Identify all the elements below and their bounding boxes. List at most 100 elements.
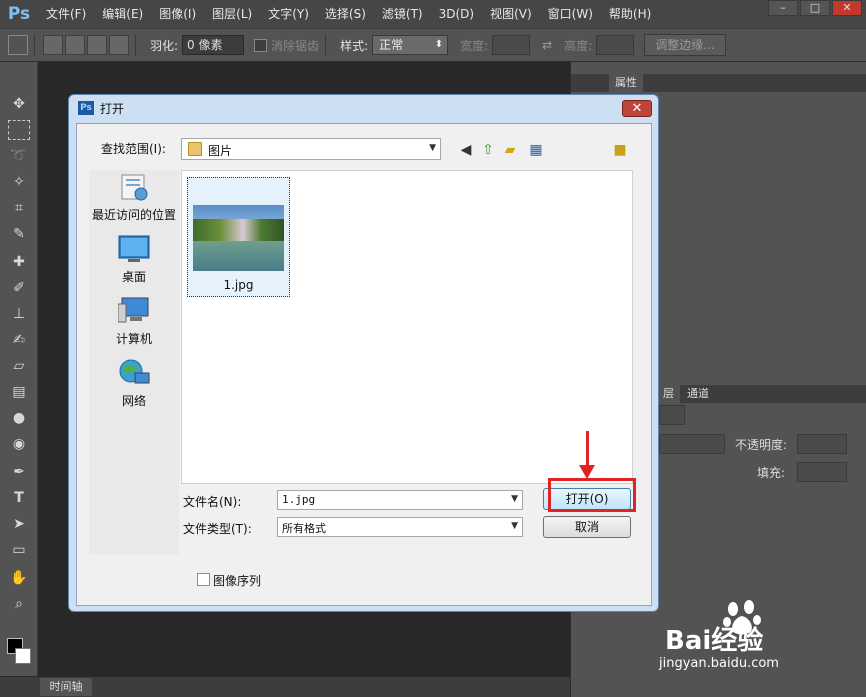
intersect-selection-button[interactable]: [109, 35, 129, 55]
crop-tool-icon[interactable]: ⌗: [8, 198, 30, 218]
opacity-label: 不透明度:: [735, 438, 788, 452]
tab-layers[interactable]: 层: [657, 385, 680, 403]
feather-input[interactable]: 0 像素: [182, 35, 245, 55]
blend-mode-select[interactable]: [659, 434, 725, 454]
file-name-field-label: 文件名(N):: [183, 495, 242, 509]
healing-brush-tool-icon[interactable]: ✚: [8, 252, 30, 272]
annotation-arrow-shaft: [586, 431, 589, 467]
height-input[interactable]: [596, 35, 635, 55]
pen-tool-icon[interactable]: ✒: [8, 462, 30, 482]
clone-stamp-tool-icon[interactable]: ⊥: [8, 304, 30, 324]
brush-tool-icon[interactable]: ✐: [8, 278, 30, 298]
separator: [135, 34, 136, 56]
opacity-input[interactable]: [797, 434, 847, 454]
lasso-tool-icon[interactable]: ➰: [8, 146, 30, 166]
place-network-label: 网络: [121, 394, 146, 408]
file-name-input[interactable]: 1.jpg ▼: [277, 490, 523, 510]
dodge-tool-icon[interactable]: ◉: [8, 434, 30, 454]
chevron-down-icon: ▼: [429, 143, 436, 153]
photoshop-logo: Ps: [7, 4, 31, 24]
style-select[interactable]: 正常: [372, 35, 449, 55]
open-file-dialog: Ps 打开 ✕ 查找范围(I): 图片 ▼ ◀ ⇧ ▰ ▦ ■ 最近访问的位置: [68, 94, 659, 612]
hand-tool-icon[interactable]: ✋: [8, 568, 30, 588]
place-computer-label: 计算机: [115, 332, 152, 346]
tab-channels[interactable]: 通道: [681, 385, 715, 403]
new-folder-icon[interactable]: ▰: [501, 141, 519, 159]
menu-window[interactable]: 窗口(W): [540, 0, 601, 28]
add-selection-button[interactable]: [65, 35, 85, 55]
image-sequence-label: 图像序列: [213, 574, 262, 588]
rectangle-tool-icon[interactable]: ▭: [8, 540, 30, 560]
type-tool-icon[interactable]: T: [8, 488, 30, 508]
history-brush-tool-icon[interactable]: ✍: [8, 330, 30, 350]
menu-help[interactable]: 帮助(H): [601, 0, 659, 28]
move-tool-icon[interactable]: ✥: [8, 94, 30, 114]
layer-filter-select[interactable]: [659, 405, 685, 425]
file-type-value: 所有格式: [282, 522, 326, 535]
close-app-button[interactable]: ✕: [832, 0, 862, 16]
marquee-preset-icon[interactable]: [8, 35, 28, 55]
tools-panel: ✥ ➰ ✧ ⌗ ✎ ✚ ✐ ⊥ ✍ ▱ ▤ ● ◉ ✒ T ➤ ▭ ✋ ⌕: [0, 62, 38, 682]
place-computer[interactable]: 计算机: [89, 296, 179, 347]
fill-label: 填充:: [757, 466, 786, 480]
blur-tool-icon[interactable]: ●: [8, 408, 30, 428]
cancel-button[interactable]: 取消: [543, 516, 631, 538]
eraser-tool-icon[interactable]: ▱: [8, 356, 30, 376]
path-selection-tool-icon[interactable]: ➤: [8, 514, 30, 534]
place-recent[interactable]: 最近访问的位置: [89, 172, 179, 223]
place-recent-label: 最近访问的位置: [91, 208, 176, 222]
file-item[interactable]: 1.jpg: [187, 177, 290, 297]
magic-wand-tool-icon[interactable]: ✧: [8, 172, 30, 192]
recent-places-icon: [118, 172, 150, 202]
menu-filter[interactable]: 滤镜(T): [374, 0, 431, 28]
width-label: 宽度:: [460, 38, 489, 53]
place-desktop-label: 桌面: [121, 270, 146, 284]
file-type-select[interactable]: 所有格式 ▼: [277, 517, 523, 537]
maximize-button[interactable]: □: [800, 0, 830, 16]
marquee-tool-icon[interactable]: [8, 120, 30, 140]
zoom-tool-icon[interactable]: ⌕: [8, 594, 30, 614]
gradient-tool-icon[interactable]: ▤: [8, 382, 30, 402]
subtract-selection-button[interactable]: [87, 35, 107, 55]
antialias-label: 消除锯齿: [271, 38, 320, 53]
chevron-down-icon: ▼: [511, 494, 518, 504]
file-list[interactable]: 1.jpg: [181, 170, 633, 484]
minimize-button[interactable]: –: [768, 0, 798, 16]
look-in-select[interactable]: 图片 ▼: [181, 138, 441, 160]
menu-select[interactable]: 选择(S): [317, 0, 374, 28]
back-icon[interactable]: ◀: [457, 141, 475, 159]
places-bar: 最近访问的位置 桌面 计算机 网络: [89, 170, 179, 554]
tab-properties[interactable]: 属性: [609, 74, 643, 92]
options-bar: 羽化: 0 像素 消除锯齿 样式: 正常 宽度: ⇄ 高度: 调整边缘...: [0, 28, 866, 62]
swap-icon[interactable]: ⇄: [542, 38, 552, 52]
dialog-close-button[interactable]: ✕: [622, 100, 652, 117]
window-controls: – □ ✕: [766, 0, 862, 16]
dialog-titlebar[interactable]: Ps 打开 ✕: [69, 95, 658, 121]
menu-type[interactable]: 文字(Y): [260, 0, 317, 28]
menu-file[interactable]: 文件(F): [38, 0, 94, 28]
up-folder-icon[interactable]: ⇧: [479, 141, 497, 159]
fill-input[interactable]: [797, 462, 847, 482]
menu-image[interactable]: 图像(I): [151, 0, 204, 28]
view-menu-icon[interactable]: ▦: [527, 141, 545, 159]
background-color-swatch[interactable]: [15, 648, 31, 664]
width-input[interactable]: [492, 35, 531, 55]
menu-3d[interactable]: 3D(D): [431, 0, 482, 28]
eyedropper-tool-icon[interactable]: ✎: [8, 224, 30, 244]
folder-preview-icon[interactable]: ■: [611, 141, 629, 159]
file-type-field-label: 文件类型(T):: [183, 522, 252, 536]
new-selection-button[interactable]: [43, 35, 63, 55]
annotation-arrow-icon: [579, 465, 595, 479]
tab-timeline[interactable]: 时间轴: [40, 678, 92, 696]
menu-edit[interactable]: 编辑(E): [94, 0, 151, 28]
place-desktop[interactable]: 桌面: [89, 234, 179, 285]
refine-edge-button[interactable]: 调整边缘...: [644, 34, 726, 56]
timeline-bar: 时间轴: [0, 676, 570, 697]
menu-layer[interactable]: 图层(L): [204, 0, 260, 28]
image-sequence-checkbox[interactable]: [197, 573, 210, 586]
menu-view[interactable]: 视图(V): [482, 0, 540, 28]
antialias-checkbox[interactable]: [254, 38, 268, 52]
desktop-icon: [118, 234, 150, 264]
place-network[interactable]: 网络: [89, 358, 179, 409]
properties-panel-header: 属性: [571, 74, 866, 92]
